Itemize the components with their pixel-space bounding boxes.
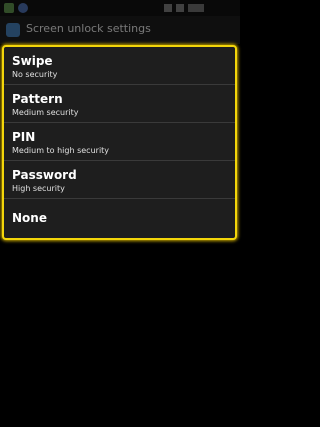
status-bar <box>0 0 240 16</box>
notification-icon <box>18 3 28 13</box>
notification-icon <box>4 3 14 13</box>
option-none[interactable]: None <box>4 199 235 238</box>
settings-icon[interactable] <box>6 23 20 37</box>
page-title: Screen unlock settings <box>26 22 151 35</box>
option-swipe[interactable]: Swipe No security <box>4 47 235 85</box>
option-label: Pattern <box>12 92 63 106</box>
status-icons <box>164 4 204 12</box>
option-pattern[interactable]: Pattern Medium security <box>4 85 235 123</box>
option-description: Medium security <box>12 108 79 117</box>
title-bar: Screen unlock settings <box>0 16 240 44</box>
option-label: Password <box>12 168 77 182</box>
option-description: Medium to high security <box>12 146 110 155</box>
option-label: PIN <box>12 130 36 144</box>
unlock-options-dialog: Swipe No security Pattern Medium securit… <box>2 45 237 240</box>
option-description: No security <box>12 70 58 79</box>
option-label: None <box>12 211 47 225</box>
option-password[interactable]: Password High security <box>4 161 235 199</box>
option-label: Swipe <box>12 54 53 68</box>
option-pin[interactable]: PIN Medium to high security <box>4 123 235 161</box>
option-description: High security <box>12 184 65 193</box>
